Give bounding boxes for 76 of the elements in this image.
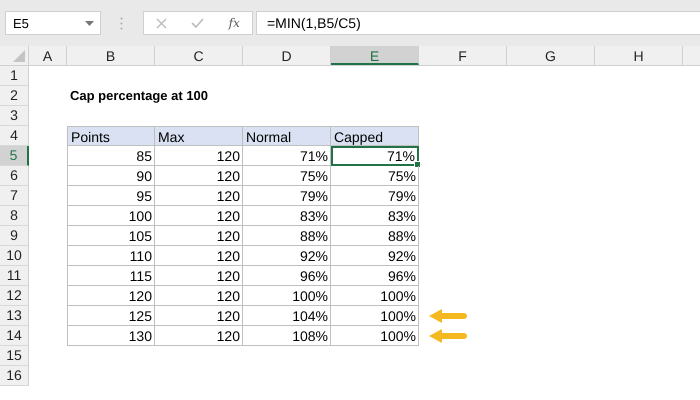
row-header[interactable]: 6 <box>0 166 29 186</box>
table-cell: 120 <box>155 306 243 326</box>
table-cell: 110 <box>67 246 155 266</box>
row-header[interactable]: 14 <box>0 326 29 346</box>
table-cell: 83% <box>243 206 331 226</box>
table-cell: 120 <box>67 286 155 306</box>
row-header[interactable]: 13 <box>0 306 29 326</box>
table-cell: 105 <box>67 226 155 246</box>
table-cell: 120 <box>155 206 243 226</box>
column-header[interactable]: B <box>67 46 155 65</box>
table-cell: 90 <box>67 166 155 186</box>
table-cell: 100% <box>331 306 419 326</box>
table-cell: 100% <box>331 326 419 346</box>
row-header[interactable]: 11 <box>0 266 29 286</box>
table-cell: 92% <box>243 246 331 266</box>
table-cell: 85 <box>67 146 155 166</box>
row-header[interactable]: 16 <box>0 366 29 386</box>
table-cell: 100% <box>243 286 331 306</box>
row-header[interactable]: 5 <box>0 146 29 166</box>
sheet-title: Cap percentage at 100 <box>70 88 208 103</box>
table-cell: 120 <box>155 166 243 186</box>
column-heading: Points <box>67 126 155 146</box>
row-header[interactable]: 2 <box>0 86 29 106</box>
table-cell: 75% <box>243 166 331 186</box>
row-header[interactable]: 8 <box>0 206 29 226</box>
caret-icon <box>85 20 94 26</box>
column-heading: Max <box>155 126 243 146</box>
row-header[interactable]: 10 <box>0 246 29 266</box>
table-cell: 88% <box>243 226 331 246</box>
table-cell: 120 <box>155 186 243 206</box>
table-cell: 96% <box>243 266 331 286</box>
table-cell: 79% <box>243 186 331 206</box>
name-box[interactable]: E5 <box>5 11 101 35</box>
table-cell: 115 <box>67 266 155 286</box>
table-cell: 120 <box>155 226 243 246</box>
row-header[interactable]: 9 <box>0 226 29 246</box>
column-header[interactable]: G <box>507 46 595 65</box>
row-header[interactable]: 15 <box>0 346 29 366</box>
table-cell: 120 <box>155 286 243 306</box>
formula-field[interactable]: =MIN(1,B5/C5) <box>256 11 700 35</box>
table-cell: 96% <box>331 266 419 286</box>
column-header[interactable]: C <box>155 46 243 65</box>
table-cell: 71% <box>243 146 331 166</box>
insert-function-button[interactable]: fx <box>228 16 240 30</box>
table-cell: 75% <box>331 166 419 186</box>
corner-triangle-icon <box>13 50 25 62</box>
table-cell: 108% <box>243 326 331 346</box>
row-header[interactable]: 4 <box>0 126 29 146</box>
table-cell: 71% <box>331 146 419 166</box>
drag-handle-icon[interactable] <box>120 16 123 30</box>
table-cell: 125 <box>67 306 155 326</box>
column-header[interactable]: E <box>331 46 419 65</box>
column-heading: Capped <box>331 126 419 146</box>
row-header[interactable]: 3 <box>0 106 29 126</box>
table-cell: 120 <box>155 146 243 166</box>
column-header[interactable]: F <box>419 46 507 65</box>
table-cell: 100 <box>67 206 155 226</box>
row-header[interactable]: 12 <box>0 286 29 306</box>
row-header[interactable]: 1 <box>0 66 29 86</box>
table-cell: 92% <box>331 246 419 266</box>
table-cell: 120 <box>155 246 243 266</box>
column-heading: Normal <box>243 126 331 146</box>
table-cell: 120 <box>155 326 243 346</box>
column-header[interactable]: A <box>29 46 67 65</box>
table-cell: 130 <box>67 326 155 346</box>
table-cell: 88% <box>331 226 419 246</box>
table-cell: 95 <box>67 186 155 206</box>
cancel-icon[interactable] <box>156 18 168 28</box>
column-header[interactable]: H <box>595 46 683 65</box>
row-header[interactable]: 7 <box>0 186 29 206</box>
table-cell: 100% <box>331 286 419 306</box>
table-cell: 120 <box>155 266 243 286</box>
check-icon[interactable] <box>191 18 204 28</box>
table-cell: 79% <box>331 186 419 206</box>
table-cell: 83% <box>331 206 419 226</box>
table-cell: 104% <box>243 306 331 326</box>
